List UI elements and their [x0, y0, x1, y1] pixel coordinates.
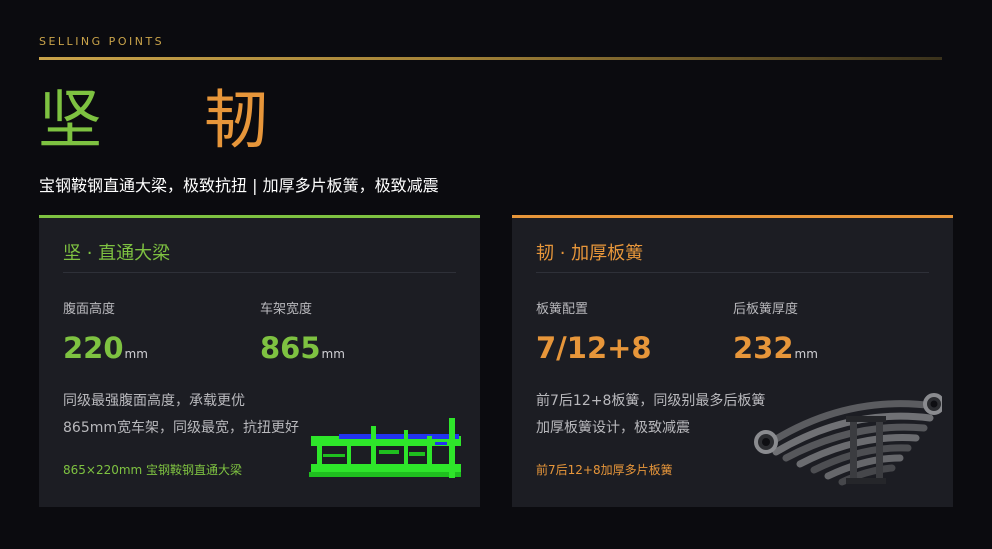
stat-label: 板簧配置: [536, 302, 589, 317]
description-line: 865mm宽车架，同级最宽，抗扭更好: [63, 420, 299, 436]
header-divider: [39, 57, 942, 60]
stat-value: 865mm: [260, 331, 345, 365]
stat-number: 865: [260, 331, 321, 365]
spring-config-stat: 板簧配置 7/12+8: [536, 298, 653, 365]
stat-number: 220: [63, 331, 124, 365]
chassis-card: 坚 · 直通大梁 腹面高度 220mm 车架宽度 865mm 同级最强腹面高度，…: [39, 215, 480, 507]
stat-value: 232mm: [733, 331, 818, 365]
stat-label: 腹面高度: [63, 302, 116, 317]
description-line: 加厚板簧设计，极致减震: [536, 420, 690, 436]
subtitle: 宝钢鞍钢直通大梁，极致抗扭 | 加厚多片板簧，极致减震: [39, 176, 439, 195]
leaf-spring-card: 韧 · 加厚板簧 板簧配置 7/12+8 后板簧厚度 232mm 前7后12+8…: [512, 215, 953, 507]
chassis-frame-image: [309, 418, 461, 478]
stat-unit: mm: [321, 347, 345, 361]
leaf-spring-image: [754, 393, 942, 486]
card-divider: [63, 272, 456, 273]
card-note: 前7后12+8加厚多片板簧: [536, 463, 673, 477]
frame-width-stat: 车架宽度 865mm: [260, 298, 345, 365]
leaf-spring-card-title: 韧 · 加厚板簧: [536, 243, 644, 264]
stat-number: 232: [733, 331, 794, 365]
stat-value: 220mm: [63, 331, 148, 365]
headline-char-firm: 坚: [38, 84, 102, 158]
description-line: 同级最强腹面高度，承载更优: [63, 393, 245, 409]
web-height-stat: 腹面高度 220mm: [63, 298, 148, 365]
headline-char-tough: 韧: [204, 84, 268, 158]
card-divider: [536, 272, 929, 273]
stat-unit: mm: [124, 347, 148, 361]
rear-spring-thickness-stat: 后板簧厚度 232mm: [733, 298, 818, 365]
stat-label: 后板簧厚度: [733, 302, 799, 317]
stat-number: 7/12+8: [536, 331, 652, 365]
description-line: 前7后12+8板簧，同级别最多后板簧: [536, 393, 766, 409]
stat-value: 7/12+8: [536, 331, 653, 365]
stat-label: 车架宽度: [260, 302, 313, 317]
card-note: 865×220mm 宝钢鞍钢直通大梁: [63, 463, 243, 477]
stat-unit: mm: [794, 347, 818, 361]
section-eyebrow: SELLING POINTS: [39, 35, 165, 48]
chassis-card-title: 坚 · 直通大梁: [63, 243, 171, 264]
